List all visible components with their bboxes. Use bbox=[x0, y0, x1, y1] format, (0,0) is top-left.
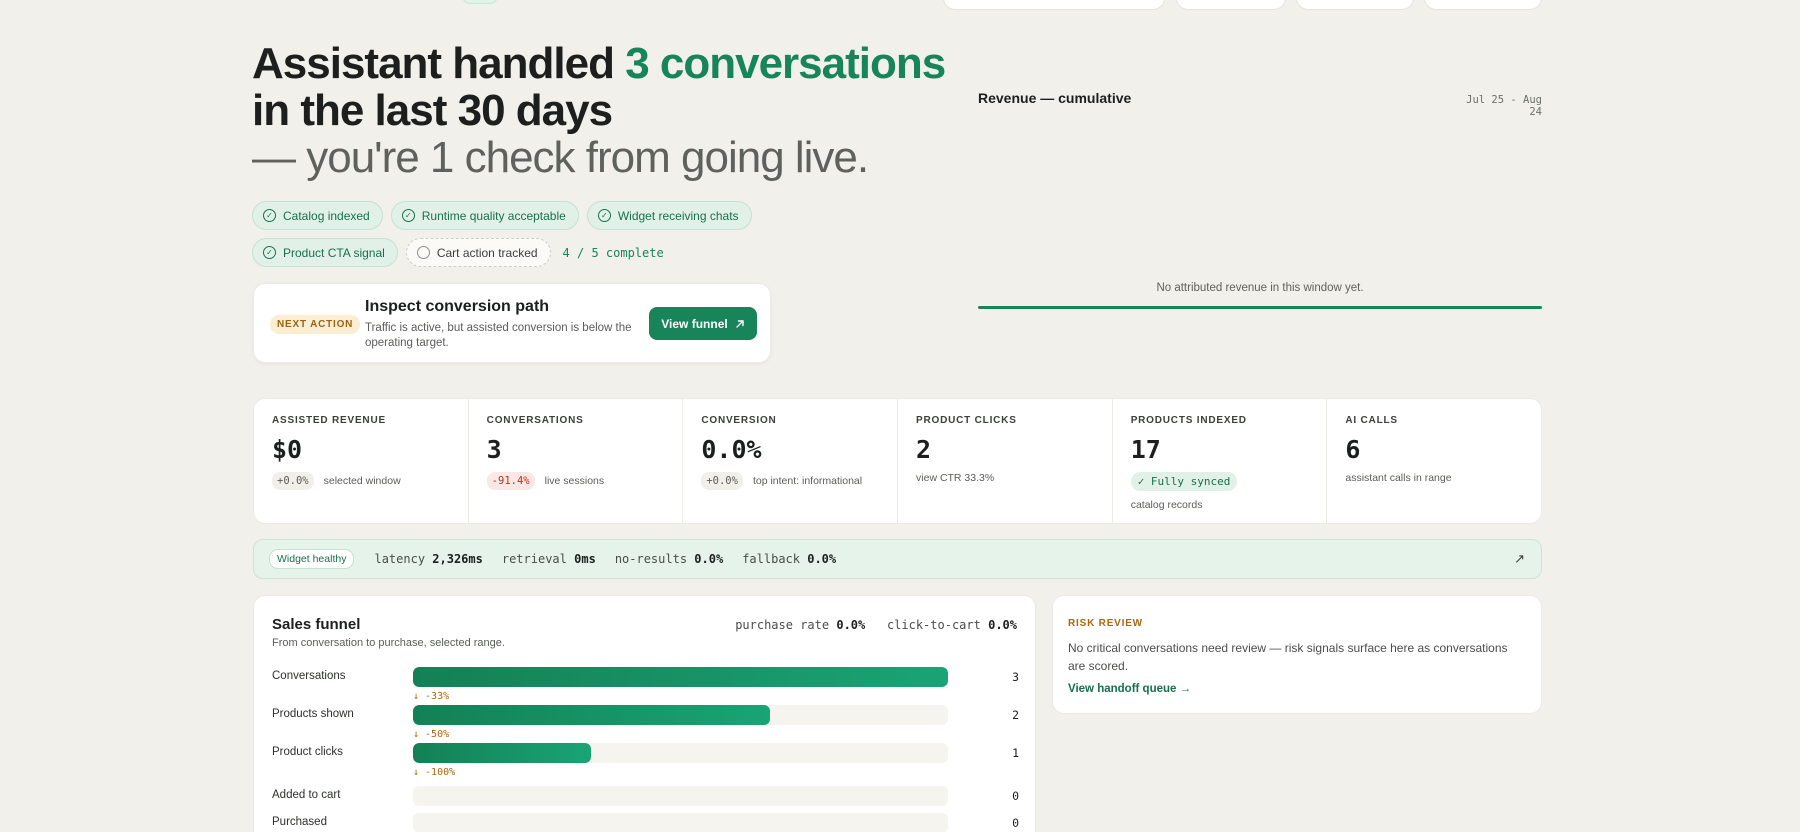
funnel-bar-track bbox=[413, 667, 948, 687]
delta-badge: +0.0% bbox=[701, 472, 743, 490]
next-action-description: Traffic is active, but assisted conversi… bbox=[365, 322, 632, 349]
hero: Assistant handled 3 conversations in the … bbox=[252, 40, 952, 181]
external-link-icon[interactable]: ↗ bbox=[1514, 551, 1525, 567]
metric-assisted-revenue[interactable]: ASSISTED REVENUE $0 +0.0% selected window bbox=[254, 399, 469, 523]
revenue-title: Revenue — cumulative bbox=[978, 90, 1132, 106]
go-live-checklist: ✓ Catalog indexed ✓ Runtime quality accept… bbox=[252, 201, 892, 267]
next-action-card: NEXT ACTION Inspect conversion path Traf… bbox=[253, 283, 771, 363]
arrow-up-right-icon bbox=[736, 319, 744, 328]
metric-value: 17 bbox=[1130, 435, 1161, 464]
synced-badge: ✓ Fully synced bbox=[1130, 472, 1238, 491]
checklist-progress: 4 / 5 complete bbox=[562, 245, 664, 260]
check-circle-icon: ✓ bbox=[401, 209, 415, 222]
check-circle-icon: ✓ bbox=[263, 246, 276, 259]
funnel-description: From conversation to purchase, selected … bbox=[272, 637, 505, 649]
metric-conversations[interactable]: CONVERSATIONS 3 -91.4% live sessions bbox=[469, 399, 684, 523]
funnel-stage-count: 1 bbox=[1012, 746, 1019, 760]
top-status-dot bbox=[462, 0, 498, 4]
metric-value: 6 bbox=[1345, 435, 1361, 464]
health-fallback: fallback 0.0% bbox=[742, 552, 837, 566]
revenue-empty-state: No attributed revenue in this window yet… bbox=[1156, 282, 1364, 294]
funnel-stage: Conversations 3 ↓ -33% bbox=[272, 667, 1019, 702]
metric-value: 3 bbox=[486, 435, 502, 464]
metric-product-clicks[interactable]: PRODUCT CLICKS 2 view CTR 33.3% bbox=[898, 399, 1113, 523]
funnel-bar-track bbox=[413, 786, 948, 806]
delta-badge: -91.4% bbox=[486, 472, 535, 490]
check-widget-chats[interactable]: ✓ Widget receiving chats bbox=[586, 201, 752, 230]
metric-value: 2 bbox=[916, 435, 932, 464]
funnel-stage-label: Products shown bbox=[272, 708, 354, 720]
funnel-stage: Added to cart 0 bbox=[272, 786, 1019, 806]
risk-review-card: RISK REVIEW No critical conversations ne… bbox=[1052, 595, 1542, 714]
funnel-bar-track bbox=[413, 813, 948, 832]
funnel-stage-label: Purchased bbox=[272, 816, 327, 828]
sales-funnel-card: Sales funnel From conversation to purcha… bbox=[253, 595, 1036, 832]
widget-health-strip[interactable]: Widget healthy latency 2,326ms retrieval… bbox=[253, 539, 1542, 579]
funnel-stage-count: 3 bbox=[1012, 670, 1019, 684]
check-circle-icon: ✓ bbox=[597, 209, 611, 222]
funnel-bar bbox=[413, 743, 592, 763]
funnel-dropoff: ↓ -100% bbox=[413, 767, 456, 778]
metric-ai-calls[interactable]: AI CALLS 6 assistant calls in range bbox=[1327, 399, 1541, 523]
funnel-bar bbox=[413, 667, 948, 687]
metric-conversion[interactable]: CONVERSION 0.0% +0.0% top intent: informa… bbox=[683, 399, 899, 523]
hero-subtitle: — you're 1 check from going live. bbox=[252, 133, 869, 182]
risk-review-text: No critical conversations need review — … bbox=[1068, 641, 1508, 673]
revenue-baseline bbox=[978, 306, 1542, 309]
delta-badge: +0.0% bbox=[272, 472, 314, 490]
hero-title-accent: 3 conversations bbox=[625, 39, 946, 88]
metric-value: 0.0% bbox=[701, 435, 762, 464]
check-catalog-indexed[interactable]: ✓ Catalog indexed bbox=[252, 201, 383, 230]
funnel-bar bbox=[413, 705, 770, 725]
metric-products-indexed[interactable]: PRODUCTS INDEXED 17 ✓ Fully synced catal… bbox=[1113, 399, 1328, 523]
funnel-dropoff: ↓ -50% bbox=[413, 729, 450, 740]
date-range-picker[interactable] bbox=[943, 0, 1165, 10]
funnel-stage-count: 0 bbox=[1012, 789, 1019, 803]
next-action-badge: NEXT ACTION bbox=[270, 315, 361, 334]
hero-title: Assistant handled 3 conversations in the … bbox=[252, 39, 946, 135]
empty-circle-icon bbox=[416, 246, 430, 259]
funnel-stage-label: Product clicks bbox=[272, 746, 343, 758]
check-cart-action[interactable]: Cart action tracked bbox=[405, 238, 551, 267]
funnel-stage: Products shown 2 ↓ -50% bbox=[272, 705, 1019, 740]
funnel-dropoff: ↓ -33% bbox=[413, 691, 450, 702]
funnel-stage: Purchased 0 bbox=[272, 813, 1019, 832]
health-badge: Widget healthy bbox=[269, 549, 355, 569]
risk-review-label: RISK REVIEW bbox=[1068, 618, 1143, 629]
next-action-title: Inspect conversion path bbox=[365, 298, 550, 315]
funnel-stage-count: 2 bbox=[1012, 708, 1019, 722]
view-handoff-queue-link[interactable]: View handoff queue → bbox=[1068, 683, 1191, 695]
check-product-cta[interactable]: ✓ Product CTA signal bbox=[252, 238, 398, 267]
funnel-title: Sales funnel bbox=[272, 616, 361, 633]
health-no-results: no-results 0.0% bbox=[614, 552, 724, 566]
metric-value: $0 bbox=[272, 435, 303, 464]
toolbar-button-3[interactable] bbox=[1424, 0, 1542, 10]
funnel-stage-label: Conversations bbox=[272, 670, 346, 682]
health-latency: latency 2,326ms bbox=[374, 552, 483, 566]
metrics-row: ASSISTED REVENUE $0 +0.0% selected window… bbox=[253, 398, 1542, 524]
revenue-date-range: Jul 25 - Aug 24 bbox=[1466, 94, 1542, 118]
funnel-bar-track bbox=[413, 705, 948, 725]
check-circle-icon: ✓ bbox=[263, 209, 276, 222]
health-retrieval: retrieval 0ms bbox=[501, 552, 596, 566]
toolbar-button-2[interactable] bbox=[1296, 0, 1414, 10]
funnel-stage: Product clicks 1 ↓ -100% bbox=[272, 743, 1019, 778]
funnel-bar-track bbox=[413, 743, 948, 763]
toolbar-button-1[interactable] bbox=[1176, 0, 1286, 10]
view-funnel-button[interactable]: View funnel bbox=[649, 307, 757, 340]
funnel-rates: purchase rate 0.0% click-to-cart 0.0% bbox=[735, 618, 1017, 632]
check-runtime-quality[interactable]: ✓ Runtime quality acceptable bbox=[390, 201, 579, 230]
funnel-stage-label: Added to cart bbox=[272, 789, 341, 801]
funnel-stage-count: 0 bbox=[1012, 816, 1019, 830]
